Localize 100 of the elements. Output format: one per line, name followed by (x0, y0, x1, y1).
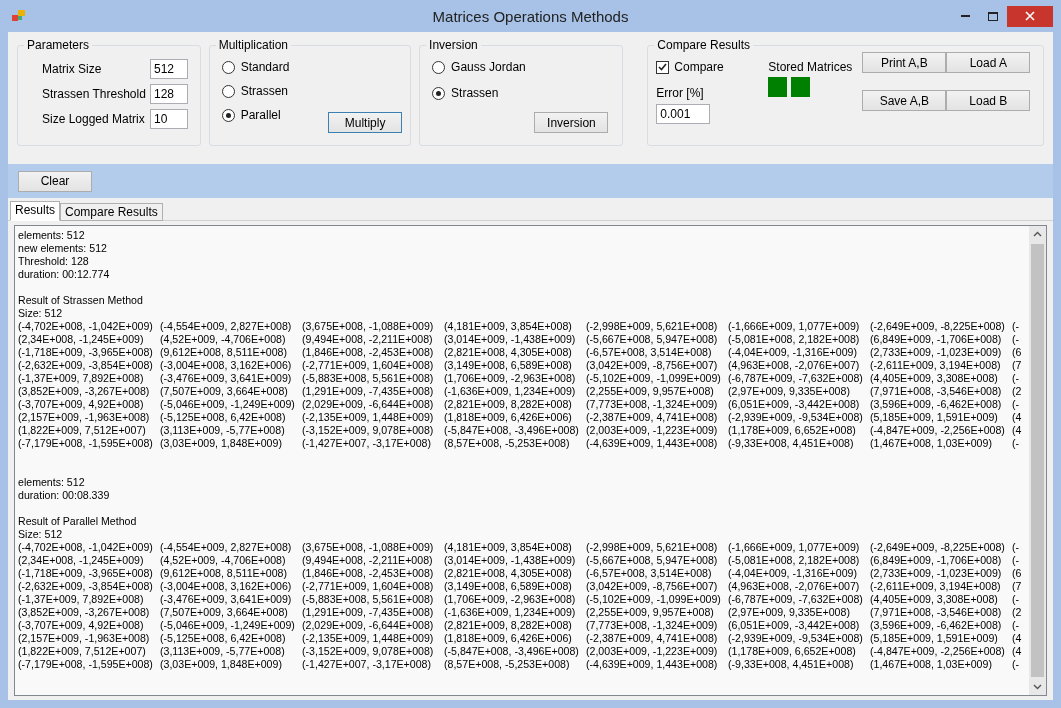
matrix-value: (-2,998E+009, 5,621E+008) (586, 320, 719, 333)
matrix-value: (- (1012, 372, 1021, 385)
log-line: duration: 00:08.339 (18, 489, 111, 502)
tab[interactable]: Results (10, 201, 60, 221)
compare-checkbox[interactable]: Compare (656, 60, 769, 74)
matrix-value: (-1,636E+009, 1,234E+009) (444, 385, 577, 398)
matrix-value: (-4,639E+009, 1,443E+008) (586, 437, 719, 450)
matrix-value: (7,507E+009, 3,664E+008) (160, 385, 289, 398)
matrix-value: (-2,998E+009, 5,621E+008) (586, 541, 719, 554)
matrix-value: (-5,081E+008, 2,182E+008) (728, 554, 861, 567)
matrix-value: (-5,046E+009, -1,249E+009) (160, 619, 296, 632)
matrix-value: (-6,57E+008, 3,514E+008) (586, 567, 713, 580)
clear-button[interactable]: Clear (18, 170, 92, 192)
scroll-down-icon[interactable] (1033, 684, 1042, 690)
matrix-value: (1,822E+009, 7,512E+007) (18, 645, 147, 658)
matrix-value: (3,149E+008, 6,589E+008) (444, 580, 573, 593)
scroll-up-icon[interactable] (1033, 231, 1042, 237)
matrix-value: (9,612E+008, 8,511E+008) (160, 346, 289, 359)
matrix-value: (1,291E+009, -7,435E+008) (302, 606, 435, 619)
matrix-value: (-4,847E+009, -2,256E+008) (870, 645, 1006, 658)
matrix-value: (3,03E+009, 1,848E+009) (160, 437, 283, 450)
matrix-value: (- (1012, 398, 1021, 411)
maximize-icon (988, 11, 998, 21)
matrix-value: (2 (1012, 606, 1023, 619)
matrix-value: (-6,787E+009, -7,632E+008) (728, 593, 864, 606)
group-title: Multiplication (217, 38, 290, 52)
matrix-value: (2,255E+009, 9,957E+008) (586, 606, 715, 619)
tab[interactable]: Compare Results (60, 203, 163, 221)
matrix-value: (-2,611E+009, 3,194E+008) (870, 359, 1002, 372)
matrix-value: (2,733E+009, -1,023E+009) (870, 567, 1003, 580)
input-field[interactable]: 0.001 (656, 104, 711, 124)
matrix-value: (3,014E+009, -1,438E+009) (444, 333, 577, 346)
window-title: Matrices Operations Methods (432, 8, 629, 25)
matrix-value: (4 (1012, 632, 1023, 645)
matrix-value: (1,706E+009, -2,963E+008) (444, 593, 577, 606)
matrix-value: (-1,427E+007, -3,17E+008) (302, 658, 432, 671)
multiply-button[interactable]: Multiply (328, 112, 403, 133)
action-button[interactable]: Load B (946, 90, 1031, 111)
matrix-value: (7,773E+008, -1,324E+009) (586, 398, 719, 411)
scrollbar[interactable] (1029, 226, 1046, 695)
matrix-value: (-1,718E+009, -3,965E+008) (18, 567, 154, 580)
matrix-value: (4 (1012, 645, 1023, 658)
radio-option[interactable]: Strassen (432, 86, 499, 100)
matrix-value: (-5,883E+008, 5,561E+008) (302, 593, 435, 606)
radio-option[interactable]: Standard (221, 60, 290, 74)
radio-option[interactable]: Parallel (221, 108, 281, 122)
action-button[interactable]: Save A,B (862, 90, 947, 111)
matrix-value: (-6,787E+009, -7,632E+008) (728, 372, 864, 385)
matrix-value: (2,733E+009, -1,023E+009) (870, 346, 1003, 359)
matrix-value: (-4,702E+008, -1,042E+009) (18, 541, 154, 554)
matrix-value: (-6,57E+008, 3,514E+008) (586, 346, 713, 359)
matrix-value: (6,849E+009, -1,706E+008) (870, 333, 1003, 346)
matrix-value: (1,467E+008, 1,03E+009) (870, 437, 993, 450)
matrix-value: (2,003E+009, -1,223E+009) (586, 645, 719, 658)
matrix-value: (7 (1012, 359, 1023, 372)
matrix-value: (7,507E+009, 3,664E+008) (160, 606, 289, 619)
action-button[interactable]: Load A (946, 52, 1031, 73)
matrix-value: (-1,37E+009, 7,892E+008) (18, 372, 145, 385)
matrix-value: (1,178E+009, 6,652E+008) (728, 645, 857, 658)
matrix-value: (2,821E+008, 4,305E+008) (444, 567, 573, 580)
radio-option[interactable]: Gauss Jordan (432, 60, 526, 74)
input-field[interactable]: 10 (150, 109, 188, 129)
matrix-value: (-1,666E+009, 1,077E+009) (728, 320, 861, 333)
matrix-value: (7,773E+008, -1,324E+009) (586, 619, 719, 632)
matrix-value: (2,003E+009, -1,223E+009) (586, 424, 719, 437)
matrix-value: (-3,004E+008, 3,162E+006) (160, 580, 293, 593)
matrix-value: (-2,387E+009, 4,741E+008) (586, 411, 719, 424)
matrix-value: (-1,636E+009, 1,234E+009) (444, 606, 577, 619)
matrix-value: (-4,639E+009, 1,443E+008) (586, 658, 719, 671)
matrix-value: (-2,135E+009, 1,448E+009) (302, 411, 435, 424)
matrix-value: (-4,847E+009, -2,256E+008) (870, 424, 1006, 437)
matrix-value: (3,113E+009, -5,77E+008) (160, 645, 286, 658)
matrix-value: (-3,152E+009, 9,078E+008) (302, 424, 435, 437)
matrix-value: (-7,179E+008, -1,595E+008) (18, 658, 154, 671)
matrix-value: (8,57E+008, -5,253E+008) (444, 658, 571, 671)
matrix-value: (-1,427E+007, -3,17E+008) (302, 437, 432, 450)
matrix-value: (-2,135E+009, 1,448E+009) (302, 632, 435, 645)
matrix-value: (2,34E+008, -1,245E+009) (18, 554, 145, 567)
inversion-button[interactable]: Inversion (534, 112, 609, 133)
matrix-value: (-2,649E+009, -8,225E+008) (870, 541, 1006, 554)
action-button[interactable]: Print A,B (862, 52, 947, 73)
log-line: elements: 512 (18, 476, 86, 489)
matrix-value: (4 (1012, 424, 1023, 437)
matrix-value: (6,051E+009, -3,442E+008) (728, 619, 861, 632)
input-field[interactable]: 128 (150, 84, 188, 104)
matrix-value: (4,52E+009, -4,706E+008) (160, 554, 287, 567)
matrix-value: (1,818E+009, 6,426E+006) (444, 411, 573, 424)
log-line: Threshold: 128 (18, 255, 90, 268)
matrix-value: (-3,152E+009, 9,078E+008) (302, 645, 435, 658)
result-size: Size: 512 (18, 307, 64, 320)
matrix-value: (2,34E+008, -1,245E+009) (18, 333, 145, 346)
matrix-value: (9,494E+008, -2,211E+008) (302, 554, 434, 567)
matrix-value: (5,185E+009, 1,591E+009) (870, 411, 999, 424)
radio-option[interactable]: Strassen (221, 84, 289, 98)
matrix-value: (-5,125E+008, 6,42E+008) (160, 411, 287, 424)
input-field[interactable]: 512 (150, 59, 188, 79)
matrix-value: (-5,847E+008, -3,496E+008) (444, 645, 580, 658)
matrix-value: (3,675E+008, -1,088E+009) (302, 541, 435, 554)
matrix-value: (-3,707E+009, 4,92E+008) (18, 398, 145, 411)
matrix-value: (3,042E+009, -8,756E+007) (586, 580, 719, 593)
